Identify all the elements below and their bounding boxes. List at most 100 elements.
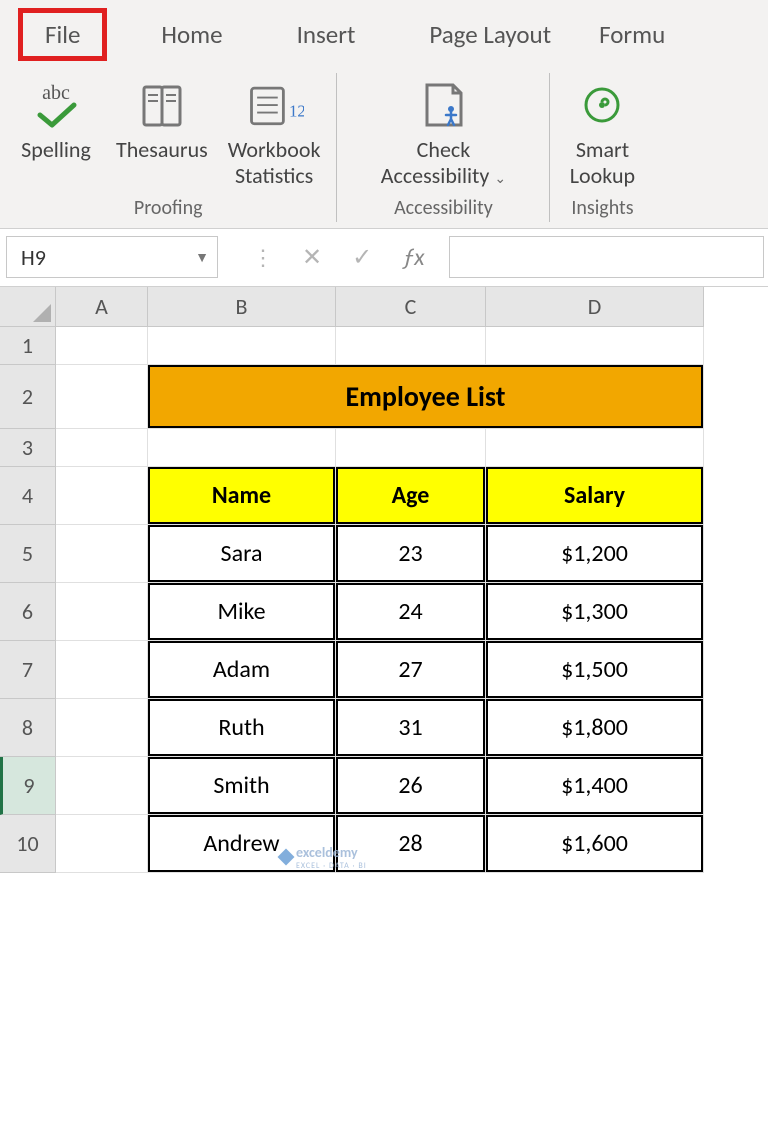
enter-icon[interactable]: ✓ bbox=[352, 243, 372, 272]
cell-value: Smith bbox=[148, 757, 335, 814]
thesaurus-label: Thesaurus bbox=[116, 137, 208, 163]
group-insights-label: Insights bbox=[571, 192, 633, 228]
workbook-statistics-button[interactable]: 123 Workbook Statistics bbox=[218, 69, 331, 192]
row-header-3[interactable]: 3 bbox=[0, 429, 56, 467]
cell[interactable] bbox=[56, 815, 148, 873]
cell-header-salary[interactable]: Salary bbox=[486, 467, 704, 525]
row-header-6[interactable]: 6 bbox=[0, 583, 56, 641]
employee-list-title: Employee List bbox=[148, 365, 703, 428]
workbook-statistics-icon: 123 bbox=[244, 75, 304, 135]
group-proofing-label: Proofing bbox=[134, 192, 203, 228]
cell-value: $1,600 bbox=[486, 815, 703, 872]
table-row[interactable]: $1,600 bbox=[486, 815, 704, 873]
column-header-b[interactable]: B bbox=[148, 287, 336, 327]
expand-icon[interactable]: ⋮ bbox=[252, 244, 272, 271]
check-accessibility-icon bbox=[413, 75, 473, 135]
table-row[interactable]: 31 bbox=[336, 699, 486, 757]
fx-icon[interactable]: ƒx bbox=[402, 243, 424, 272]
spelling-label: Spelling bbox=[21, 137, 91, 163]
group-proofing: abc Spelling bbox=[0, 67, 336, 228]
cell[interactable] bbox=[148, 327, 336, 365]
table-row[interactable]: 27 bbox=[336, 641, 486, 699]
row-header-10[interactable]: 10 bbox=[0, 815, 56, 873]
name-box[interactable]: H9 ▼ bbox=[6, 236, 218, 278]
table-row[interactable]: Ruth bbox=[148, 699, 336, 757]
cell[interactable] bbox=[56, 641, 148, 699]
formula-input[interactable] bbox=[449, 236, 764, 278]
cell[interactable] bbox=[56, 525, 148, 583]
ribbon-toolbar: abc Spelling bbox=[0, 67, 768, 228]
table-row[interactable]: Sara bbox=[148, 525, 336, 583]
table-row[interactable]: $1,400 bbox=[486, 757, 704, 815]
cell[interactable] bbox=[336, 429, 486, 467]
table-row[interactable]: Adam bbox=[148, 641, 336, 699]
thesaurus-icon bbox=[132, 75, 192, 135]
smart-lookup-label-1: Smart bbox=[576, 137, 629, 163]
cell[interactable] bbox=[336, 327, 486, 365]
row-header-1[interactable]: 1 bbox=[0, 327, 56, 365]
row-header-4[interactable]: 4 bbox=[0, 467, 56, 525]
cell[interactable] bbox=[486, 327, 704, 365]
select-all-corner[interactable] bbox=[0, 287, 56, 327]
check-accessibility-label-2: Accessibility bbox=[381, 162, 490, 189]
cell-value: 27 bbox=[336, 641, 485, 698]
cell-header-age[interactable]: Age bbox=[336, 467, 486, 525]
cell[interactable] bbox=[56, 327, 148, 365]
tab-home[interactable]: Home bbox=[137, 9, 246, 60]
ribbon-tabs: File Home Insert Page Layout Formu bbox=[0, 0, 768, 67]
column-header-c[interactable]: C bbox=[336, 287, 486, 327]
column-header-a[interactable]: A bbox=[56, 287, 148, 327]
table-row[interactable]: 24 bbox=[336, 583, 486, 641]
cell[interactable] bbox=[486, 429, 704, 467]
cell-value: $1,800 bbox=[486, 699, 703, 756]
watermark-brand: exceldemy bbox=[296, 844, 367, 861]
row-header-5[interactable]: 5 bbox=[0, 525, 56, 583]
table-row[interactable]: $1,500 bbox=[486, 641, 704, 699]
table-row[interactable]: $1,300 bbox=[486, 583, 704, 641]
smart-lookup-icon bbox=[572, 75, 632, 135]
row-header-7[interactable]: 7 bbox=[0, 641, 56, 699]
cancel-icon[interactable]: ✕ bbox=[302, 243, 322, 272]
tab-insert[interactable]: Insert bbox=[273, 9, 380, 60]
cell-title[interactable]: Employee List bbox=[148, 365, 704, 429]
row-header-2[interactable]: 2 bbox=[0, 365, 56, 429]
name-box-dropdown-icon[interactable]: ▼ bbox=[195, 249, 209, 266]
cell-value: Ruth bbox=[148, 699, 335, 756]
check-accessibility-button[interactable]: Check Accessibility ⌄ bbox=[343, 69, 543, 192]
cell-header-name[interactable]: Name bbox=[148, 467, 336, 525]
tab-page-layout[interactable]: Page Layout bbox=[405, 9, 575, 60]
spreadsheet-grid[interactable]: A B C D 1 2 Employee List 3 4 Name Age S… bbox=[0, 287, 768, 873]
tab-formulas[interactable]: Formu bbox=[575, 9, 689, 60]
cell[interactable] bbox=[56, 757, 148, 815]
table-row[interactable]: Mike bbox=[148, 583, 336, 641]
cell[interactable] bbox=[56, 467, 148, 525]
spelling-button[interactable]: abc Spelling bbox=[6, 69, 106, 192]
row-header-8[interactable]: 8 bbox=[0, 699, 56, 757]
group-accessibility-label: Accessibility bbox=[394, 192, 493, 228]
formula-bar-row: H9 ▼ ⋮ ✕ ✓ ƒx bbox=[0, 229, 768, 287]
cell[interactable] bbox=[148, 429, 336, 467]
svg-text:abc: abc bbox=[42, 82, 70, 104]
table-row[interactable]: 23 bbox=[336, 525, 486, 583]
cell[interactable] bbox=[56, 429, 148, 467]
table-row[interactable]: $1,800 bbox=[486, 699, 704, 757]
workbook-statistics-label-2: Statistics bbox=[235, 163, 313, 189]
row-header-9[interactable]: 9 bbox=[0, 757, 56, 815]
cell[interactable] bbox=[56, 699, 148, 757]
column-header-d[interactable]: D bbox=[486, 287, 704, 327]
group-accessibility: Check Accessibility ⌄ Accessibility bbox=[337, 67, 549, 228]
check-accessibility-label-1: Check bbox=[417, 137, 471, 163]
cell[interactable] bbox=[56, 583, 148, 641]
chevron-down-icon: ⌄ bbox=[494, 170, 506, 187]
smart-lookup-button[interactable]: Smart Lookup bbox=[556, 69, 648, 192]
cell[interactable] bbox=[56, 365, 148, 429]
table-row[interactable]: $1,200 bbox=[486, 525, 704, 583]
cell-value: $1,300 bbox=[486, 583, 703, 640]
table-row[interactable]: Smith bbox=[148, 757, 336, 815]
watermark-tagline: EXCEL · DATA · BI bbox=[296, 861, 367, 871]
table-header-name: Name bbox=[148, 467, 335, 524]
thesaurus-button[interactable]: Thesaurus bbox=[106, 69, 218, 192]
cell-value: $1,500 bbox=[486, 641, 703, 698]
table-row[interactable]: 26 bbox=[336, 757, 486, 815]
tab-file[interactable]: File bbox=[18, 8, 107, 61]
